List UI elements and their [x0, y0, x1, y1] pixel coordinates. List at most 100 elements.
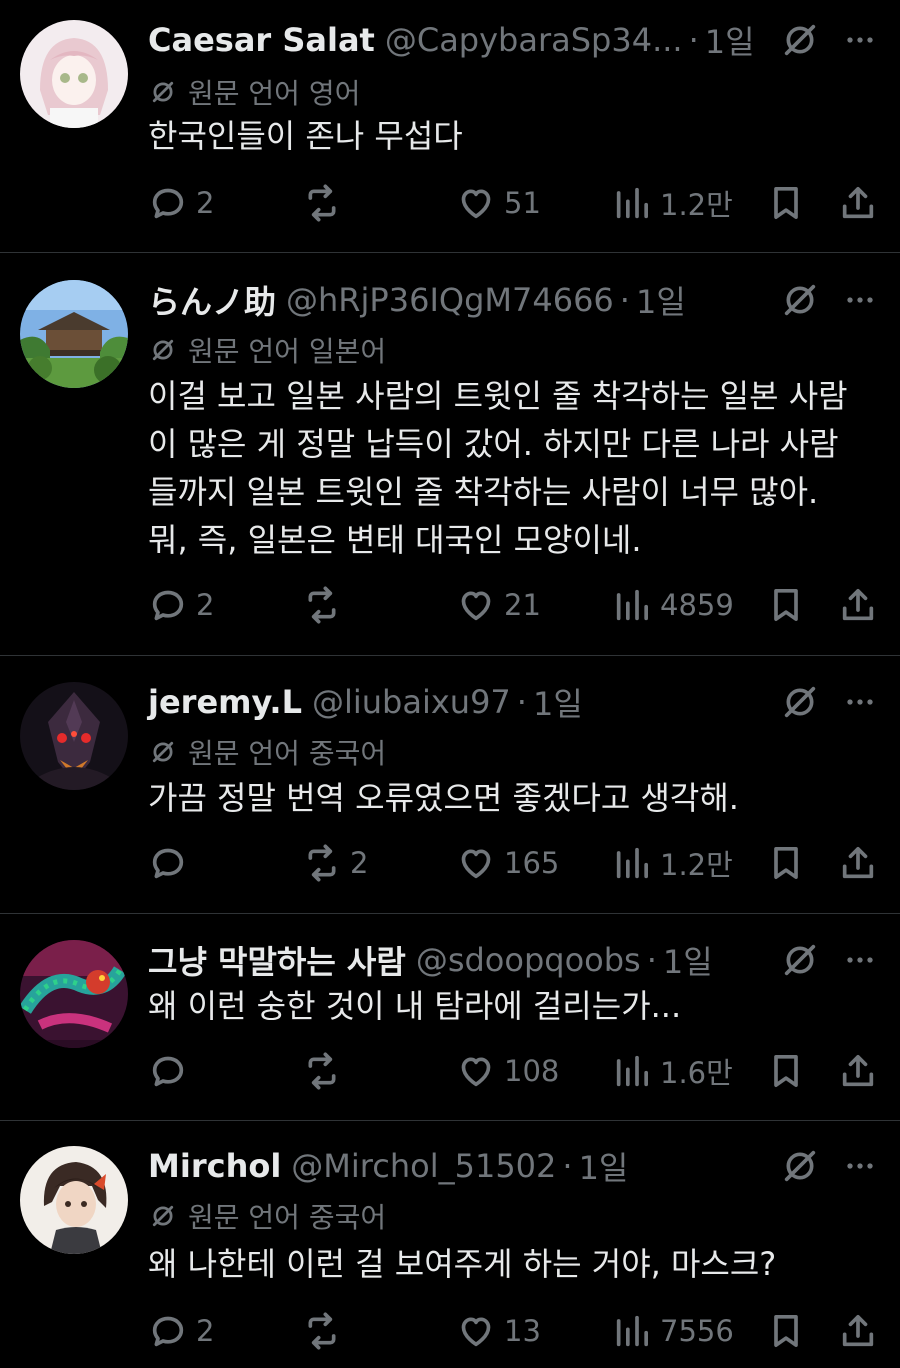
views-button[interactable]: 1.2만: [612, 838, 733, 888]
user-handle[interactable]: @CapybaraSp34...: [385, 21, 683, 59]
tweet-actions: 2 13 7556: [0, 1306, 900, 1356]
bookmark-button[interactable]: [766, 178, 806, 228]
robot-avatar[interactable]: [20, 682, 128, 790]
user-handle[interactable]: @hRjP36IQgM74666: [286, 281, 614, 319]
retweet-icon: [302, 183, 342, 223]
tweet[interactable]: Caesar Salat @CapybaraSp34... · 1일 원문 언어 영어 한…: [0, 18, 900, 252]
user-handle[interactable]: @sdoopqoobs: [416, 941, 641, 979]
more-options-icon[interactable]: [838, 940, 882, 980]
likes-count: 108: [504, 1054, 560, 1088]
share-button[interactable]: [838, 580, 878, 630]
bookmark-icon: [766, 1311, 806, 1351]
tweet[interactable]: jeremy.L @liubaixu97 · 1일원문 언어 중국어가끔 정말 번역 …: [0, 680, 900, 913]
like-button[interactable]: 13: [456, 1306, 541, 1356]
share-button[interactable]: [838, 1046, 878, 1096]
anime-boy-avatar[interactable]: [20, 1146, 128, 1254]
grok-icon[interactable]: [780, 20, 820, 60]
timestamp[interactable]: 1일: [705, 17, 755, 63]
timestamp[interactable]: 1일: [636, 277, 686, 323]
grok-icon[interactable]: [780, 280, 820, 320]
reply-button[interactable]: [148, 838, 196, 888]
bar-chart-icon: [612, 183, 652, 223]
retweet-button[interactable]: [302, 1046, 350, 1096]
grok-icon[interactable]: [780, 682, 820, 722]
views-button[interactable]: 1.2만: [612, 178, 733, 228]
retweet-button[interactable]: [302, 178, 350, 228]
like-button[interactable]: 108: [456, 1046, 559, 1096]
dragon-avatar[interactable]: [20, 940, 128, 1048]
share-button[interactable]: [838, 178, 878, 228]
display-name[interactable]: jeremy.L: [148, 683, 302, 721]
tweet-header: Caesar Salat @CapybaraSp34... · 1일: [148, 18, 755, 62]
separator-dot: ·: [646, 941, 657, 979]
replies-count: 2: [196, 1314, 215, 1348]
views-count: 1.2만: [660, 848, 733, 882]
reply-button[interactable]: 2: [148, 580, 214, 630]
tweet-text: 이걸 보고 일본 사람의 트윗인 줄 착각하는 일본 사람 이 많은 게 정말 납…: [148, 372, 883, 564]
user-handle[interactable]: @liubaixu97: [312, 683, 511, 721]
translate-icon: [148, 77, 188, 107]
reply-button[interactable]: 2: [148, 178, 214, 228]
translated-label: 원문 언어 중국어: [188, 1201, 387, 1234]
temple-avatar[interactable]: [20, 280, 128, 388]
tweet-actions: 2 165 1.2만: [0, 838, 900, 888]
bar-chart-icon: [612, 843, 652, 883]
like-button[interactable]: 21: [456, 580, 541, 630]
translated-from[interactable]: 원문 언어 중국어: [148, 732, 386, 772]
reply-button[interactable]: 2: [148, 1306, 214, 1356]
grok-icon[interactable]: [780, 1146, 820, 1186]
display-name[interactable]: 그냥 막말하는 사람: [148, 937, 406, 983]
share-button[interactable]: [838, 838, 878, 888]
bookmark-button[interactable]: [766, 580, 806, 630]
tweet[interactable]: Mirchol @Mirchol_51502 · 1일원문 언어 중국어왜 나한테 이…: [0, 1144, 900, 1368]
separator-dot: ·: [562, 1147, 573, 1185]
retweet-icon: [302, 585, 342, 625]
more-options-icon[interactable]: [838, 1146, 882, 1186]
heart-icon: [456, 1311, 496, 1351]
like-button[interactable]: 51: [456, 178, 541, 228]
display-name[interactable]: Caesar Salat: [148, 21, 375, 59]
translated-from[interactable]: 원문 언어 영어: [148, 72, 360, 112]
views-button[interactable]: 1.6만: [612, 1046, 733, 1096]
translated-label: 원문 언어 일본어: [188, 335, 387, 368]
bookmark-button[interactable]: [766, 1306, 806, 1356]
tweet[interactable]: 그냥 막말하는 사람 @sdoopqoobs · 1일 왜 이런 숭한 것이 내 탐라에…: [0, 938, 900, 1120]
reply-icon: [148, 585, 188, 625]
views-button[interactable]: 4859: [612, 580, 734, 630]
anime-girl-avatar[interactable]: [20, 20, 128, 128]
bookmark-button[interactable]: [766, 1046, 806, 1096]
grok-icon[interactable]: [780, 940, 820, 980]
retweet-button[interactable]: [302, 1306, 350, 1356]
display-name[interactable]: Mirchol: [148, 1147, 281, 1185]
retweet-button[interactable]: 2: [302, 838, 368, 888]
translate-icon: [148, 335, 188, 365]
likes-count: 21: [504, 588, 541, 622]
retweet-icon: [302, 1051, 342, 1091]
tweet-text: 한국인들이 존나 무섭다: [148, 112, 883, 160]
translated-from[interactable]: 원문 언어 중국어: [148, 1196, 386, 1236]
timestamp[interactable]: 1일: [663, 937, 713, 983]
more-options-icon[interactable]: [838, 20, 882, 60]
share-button[interactable]: [838, 1306, 878, 1356]
replies-count: 2: [196, 186, 215, 220]
tweet-text: 왜 나한테 이런 걸 보여주게 하는 거야, 마스크?: [148, 1240, 883, 1288]
bar-chart-icon: [612, 585, 652, 625]
user-handle[interactable]: @Mirchol_51502: [291, 1147, 556, 1185]
reply-button[interactable]: [148, 1046, 196, 1096]
more-options-icon[interactable]: [838, 280, 882, 320]
more-options-icon[interactable]: [838, 682, 882, 722]
tweet[interactable]: らんノ助 @hRjP36IQgM74666 · 1일 원문 언어 일본어 이걸 보고 일본…: [0, 278, 900, 655]
divider: [0, 1120, 900, 1121]
display-name[interactable]: らんノ助: [148, 277, 276, 323]
retweet-button[interactable]: [302, 580, 350, 630]
views-button[interactable]: 7556: [612, 1306, 734, 1356]
translated-from[interactable]: 원문 언어 일본어: [148, 330, 386, 370]
like-button[interactable]: 165: [456, 838, 559, 888]
timestamp[interactable]: 1일: [533, 679, 583, 725]
replies-count: 2: [196, 588, 215, 622]
timestamp[interactable]: 1일: [579, 1143, 629, 1189]
separator-dot: ·: [516, 683, 527, 721]
tweet-text-line: 가끔 정말 번역 오류였으면 좋겠다고 생각해.: [148, 779, 739, 817]
views-count: 1.2만: [660, 188, 733, 222]
bookmark-button[interactable]: [766, 838, 806, 888]
